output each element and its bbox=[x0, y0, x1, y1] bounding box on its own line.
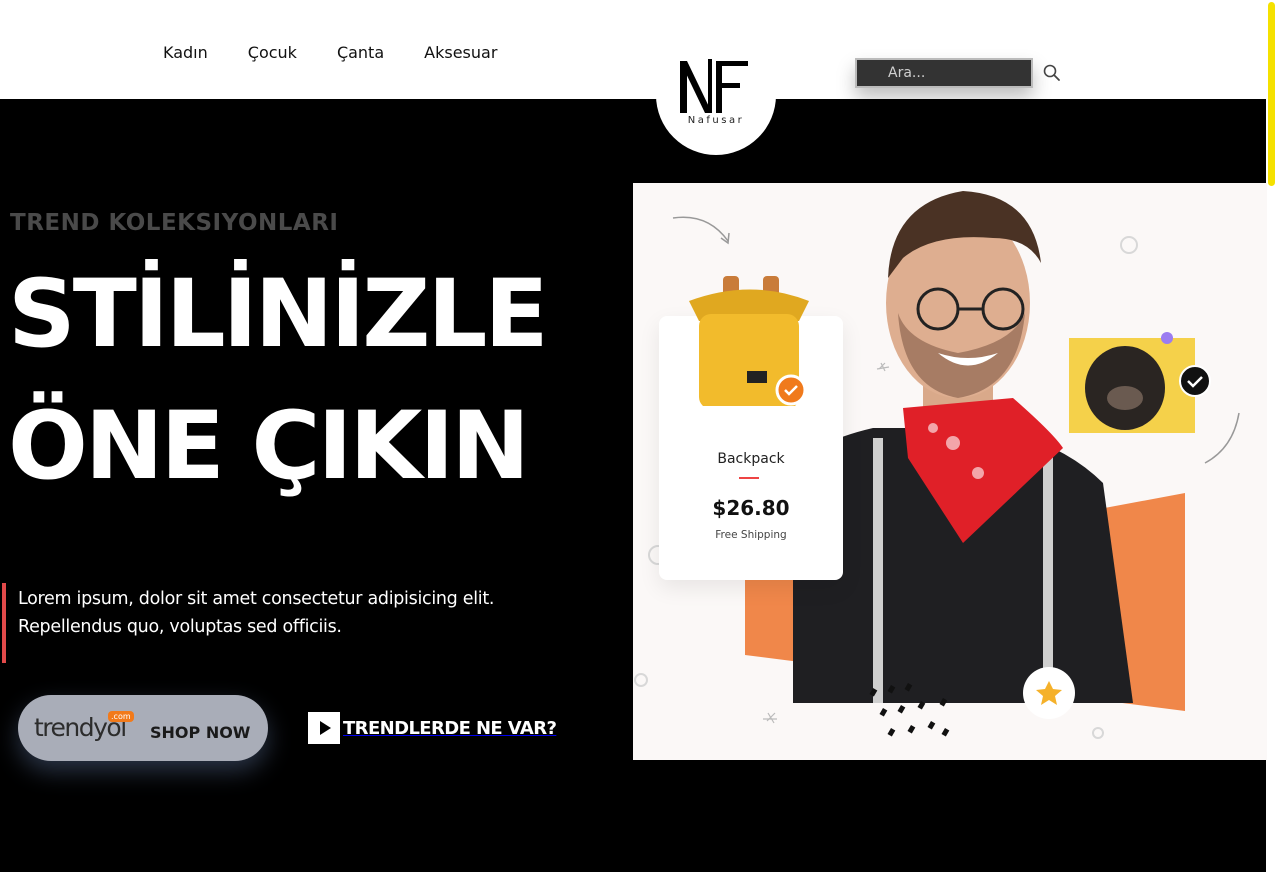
description-accent-bar bbox=[2, 583, 6, 663]
nafusar-logo-mark bbox=[680, 59, 748, 113]
page-scrollbar[interactable] bbox=[1266, 0, 1277, 872]
nav-item-canta[interactable]: Çanta bbox=[337, 43, 384, 63]
search-input[interactable] bbox=[855, 58, 1033, 88]
nav-item-kadin[interactable]: Kadın bbox=[163, 43, 208, 63]
hero-image: Backpack $26.80 Free Shipping bbox=[633, 183, 1267, 760]
hero-headline-line-2: ÖNE ÇIKIN bbox=[8, 392, 530, 501]
play-icon bbox=[308, 712, 340, 744]
site-header: Kadın Çocuk Çanta Aksesuar bbox=[0, 0, 1266, 99]
product-divider bbox=[739, 477, 759, 479]
hero-description: Lorem ipsum, dolor sit amet consectetur … bbox=[18, 589, 495, 637]
logo-wordmark: Nafusar bbox=[687, 115, 745, 126]
shop-now-label: SHOP NOW bbox=[150, 723, 251, 742]
main-nav: Kadın Çocuk Çanta Aksesuar bbox=[163, 43, 537, 63]
trendyol-com-badge: .com bbox=[108, 711, 134, 722]
whats-trending-video-link[interactable]: TRENDLERDE NE VAR? bbox=[308, 712, 557, 744]
product-price: $26.80 bbox=[712, 496, 790, 520]
site-logo[interactable]: Nafusar bbox=[656, 35, 776, 155]
nav-item-aksesuar[interactable]: Aksesuar bbox=[424, 43, 497, 63]
product-card[interactable]: Backpack $26.80 Free Shipping bbox=[659, 276, 843, 580]
search-icon[interactable] bbox=[1041, 62, 1063, 84]
scrollbar-thumb[interactable] bbox=[1268, 2, 1275, 186]
nav-item-cocuk[interactable]: Çocuk bbox=[248, 43, 297, 63]
shop-now-button[interactable]: trendyol .com SHOP NOW bbox=[18, 695, 268, 761]
product-name: Backpack bbox=[717, 451, 785, 467]
hero-eyebrow: TREND KOLEKSIYONLARI bbox=[10, 210, 339, 236]
backpack-image bbox=[689, 276, 809, 406]
product-shipping: Free Shipping bbox=[715, 529, 787, 541]
hero-headline-line-1: STİLİNİZLE bbox=[8, 260, 549, 369]
whats-trending-label: TRENDLERDE NE VAR? bbox=[343, 717, 557, 739]
search-box bbox=[855, 58, 1060, 88]
